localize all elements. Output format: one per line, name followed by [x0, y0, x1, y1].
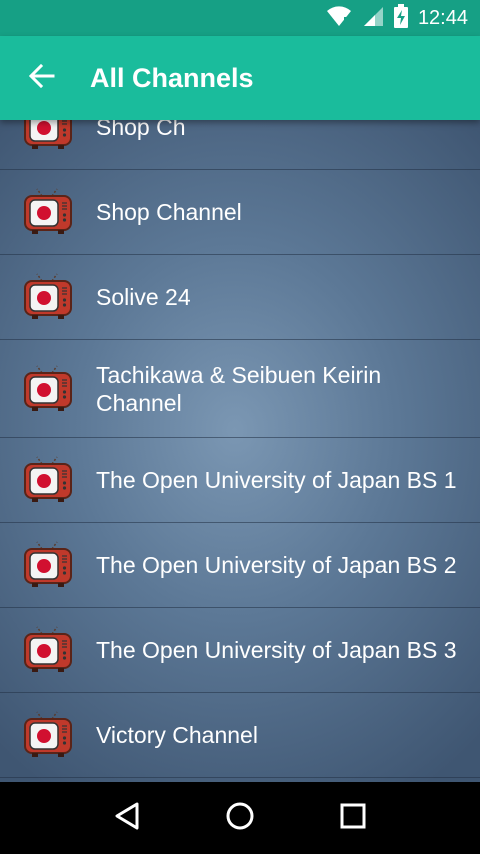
channel-item[interactable]: The Open University of Japan BS 2: [0, 523, 480, 608]
recents-square-icon: [339, 802, 367, 835]
arrow-back-icon: [28, 63, 55, 93]
channel-label: Shop Channel: [96, 199, 242, 225]
channel-item[interactable]: The Open University of Japan BS 1: [0, 438, 480, 523]
tv-icon: [0, 340, 96, 437]
channel-label: Solive 24: [96, 284, 191, 310]
signal-icon: [362, 5, 384, 32]
channel-label: Tachikawa & Seibuen Keirin Channel: [96, 361, 382, 416]
channel-label: The Open University of Japan BS 1: [96, 467, 457, 493]
page-title: All Channels: [90, 62, 254, 93]
app-bar: All Channels: [0, 36, 480, 120]
nav-recents-button[interactable]: [323, 788, 383, 848]
channel-list-container[interactable]: Shop Ch Shop Channel Solive 24 Tachikawa…: [0, 120, 480, 782]
channel-label: The Open University of Japan BS 2: [96, 552, 457, 578]
back-button[interactable]: [0, 36, 84, 120]
navigation-bar: [0, 782, 480, 854]
status-bar: 12:44: [0, 0, 480, 36]
back-triangle-icon: [113, 801, 141, 836]
channel-label: Shop Ch: [96, 120, 186, 140]
status-time: 12:44: [417, 6, 468, 29]
battery-charging-icon: [393, 3, 408, 33]
channel-item[interactable]: Victory Channel: [0, 693, 480, 778]
tv-icon: [0, 438, 96, 522]
tv-icon: [0, 255, 96, 339]
tv-icon: [0, 170, 96, 254]
channel-item[interactable]: Shop Ch: [0, 120, 480, 170]
tv-icon: [0, 120, 96, 169]
channel-item[interactable]: Solive 24: [0, 255, 480, 340]
home-circle-icon: [225, 801, 255, 836]
channel-label: Victory Channel: [96, 722, 258, 748]
tv-icon: [0, 523, 96, 607]
channel-item[interactable]: The Open University of Japan BS 3: [0, 608, 480, 693]
channel-list: Shop Ch Shop Channel Solive 24 Tachikawa…: [0, 120, 480, 778]
channel-item[interactable]: Shop Channel: [0, 170, 480, 255]
channel-item[interactable]: Tachikawa & Seibuen Keirin Channel: [0, 340, 480, 438]
wifi-icon: [326, 5, 352, 32]
channel-label: The Open University of Japan BS 3: [96, 637, 457, 663]
tv-icon: [0, 608, 96, 692]
nav-back-button[interactable]: [97, 788, 157, 848]
tv-icon: [0, 693, 96, 777]
nav-home-button[interactable]: [210, 788, 270, 848]
